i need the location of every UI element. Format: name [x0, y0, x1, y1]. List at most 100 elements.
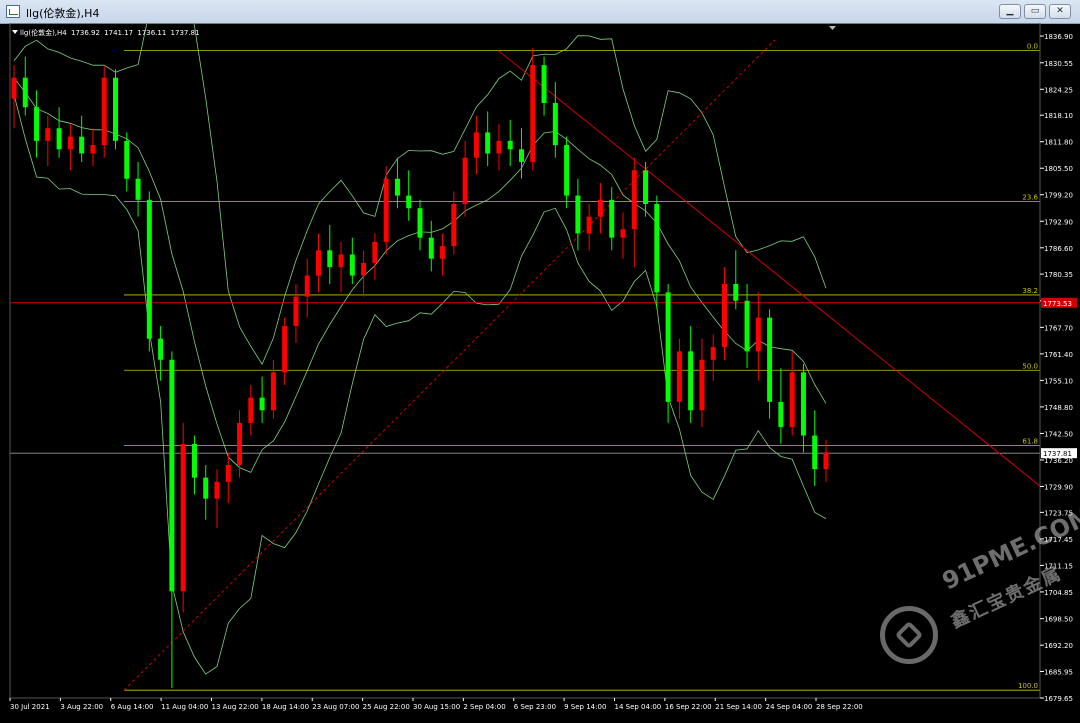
candle-body	[530, 65, 536, 162]
candle-body	[496, 140, 502, 154]
price-tick-label: 1836.90	[1044, 33, 1073, 41]
fib-level-label: 0.0	[1027, 42, 1038, 50]
candle-body	[755, 317, 761, 352]
fib-level-label: 38.2	[1022, 287, 1038, 295]
candle-body	[34, 107, 40, 141]
candle-body	[394, 178, 400, 196]
candle-body	[293, 296, 299, 327]
price-tick-label: 1830.55	[1044, 60, 1073, 68]
candle-body	[473, 132, 479, 158]
candle-body	[710, 347, 716, 360]
candle-body	[361, 262, 367, 276]
price-tick-label: 1742.50	[1044, 430, 1073, 438]
time-tick-label: 23 Aug 07:00	[312, 703, 359, 711]
time-tick-label: 14 Sep 04:00	[615, 703, 662, 711]
candle-body	[45, 128, 51, 141]
time-tick-label: 6 Aug 14:00	[111, 703, 154, 711]
candle-body	[135, 178, 141, 200]
close-button[interactable]: ✕	[1049, 4, 1071, 19]
candle-body	[406, 195, 412, 209]
minimize-button[interactable]: ▁	[999, 4, 1021, 19]
time-tick-label: 25 Aug 22:00	[363, 703, 410, 711]
dropdown-triangle-icon[interactable]	[12, 30, 18, 34]
candle-body	[428, 237, 434, 259]
candle-body	[90, 145, 96, 154]
candle-body	[654, 204, 660, 293]
candle-body	[248, 397, 254, 423]
candle-body	[67, 136, 73, 150]
fib-level-label: 23.6	[1022, 193, 1038, 201]
time-axis: 30 Jul 2021 3 Aug 22:00 6 Aug 14:00 11 Aug …	[9, 698, 863, 711]
watermark-logo-icon	[880, 606, 938, 664]
price-tick-label: 1805.50	[1044, 165, 1073, 173]
window-titlebar: llg(伦敦金),H4 ▁ ▭ ✕	[0, 0, 1080, 24]
candle-body	[383, 178, 389, 242]
ohlc-readout: llg(伦敦金),H4 1736.92 1741.17 1736.11 1737…	[12, 28, 202, 38]
candle-body	[259, 397, 265, 411]
open-value: 1736.92	[70, 29, 100, 37]
candle-body	[124, 140, 130, 179]
candle-body	[79, 136, 85, 154]
fib-level-label: 61.8	[1022, 438, 1038, 446]
candle-body	[372, 241, 378, 263]
candle-body	[451, 204, 457, 247]
time-tick-label: 13 Aug 22:00	[212, 703, 259, 711]
price-tick-label: 1780.35	[1044, 271, 1073, 279]
candle-body	[282, 326, 288, 373]
time-tick-label: 6 Sep 23:00	[514, 703, 556, 711]
candle-body	[56, 128, 62, 150]
candle-body	[191, 443, 197, 478]
descending-trend-line	[497, 49, 1041, 487]
candle-body	[169, 359, 175, 592]
price-tick-label: 1729.90	[1044, 483, 1073, 491]
candle-body	[519, 149, 524, 162]
candle-body	[733, 283, 739, 301]
maximize-button[interactable]: ▭	[1024, 4, 1046, 19]
candle-body	[327, 250, 333, 268]
price-tick-label: 1748.80	[1044, 404, 1073, 412]
current-price-tag-label: 1737.81	[1043, 450, 1072, 458]
time-tick-label: 28 Sep 22:00	[816, 703, 863, 711]
candle-body	[349, 254, 355, 276]
time-tick-label: 11 Aug 04:00	[161, 703, 208, 711]
time-tick-label: 9 Sep 14:00	[564, 703, 606, 711]
time-tick-label: 30 Aug 15:00	[413, 703, 460, 711]
candle-body	[225, 465, 231, 482]
time-tick-label: 16 Sep 22:00	[665, 703, 712, 711]
candle-body	[767, 317, 773, 402]
candle-body	[237, 422, 243, 466]
price-tick-label: 1818.10	[1044, 112, 1073, 120]
candle-body	[609, 199, 615, 238]
candle-body	[552, 102, 558, 146]
candle-body	[417, 208, 423, 238]
candle-body	[304, 275, 310, 297]
candle-body	[146, 199, 152, 339]
bollinger-bands	[13, 0, 827, 675]
time-tick-label: 24 Sep 04:00	[766, 703, 813, 711]
candle-body	[744, 300, 750, 352]
scroll-marker-icon	[829, 26, 836, 30]
price-tick-label: 1755.10	[1044, 377, 1073, 385]
candle-body	[812, 435, 818, 470]
candle-body	[270, 372, 276, 411]
price-tick-label: 1824.25	[1044, 86, 1073, 94]
candle-body	[699, 359, 705, 411]
high-value: 1741.17	[104, 29, 134, 37]
candle-body	[597, 199, 603, 217]
candle-body	[541, 65, 547, 103]
watermark: 91PME.COM 鑫汇宝贵金属	[880, 501, 1080, 670]
price-tick-label: 1799.20	[1044, 192, 1073, 200]
candle-body	[564, 145, 570, 196]
candle-body	[338, 254, 344, 268]
time-tick-label: 21 Sep 14:00	[715, 703, 762, 711]
candle-body	[214, 481, 220, 499]
price-tick-label: 1792.90	[1044, 218, 1073, 226]
fib-level-label: 50.0	[1022, 362, 1038, 370]
candle-body	[800, 372, 806, 436]
candle-body	[722, 283, 727, 348]
candle-body	[676, 351, 682, 402]
candle-body	[665, 292, 671, 402]
candle-body	[575, 195, 581, 234]
close-value: 1737.81	[170, 29, 200, 37]
candle-body	[485, 132, 491, 154]
